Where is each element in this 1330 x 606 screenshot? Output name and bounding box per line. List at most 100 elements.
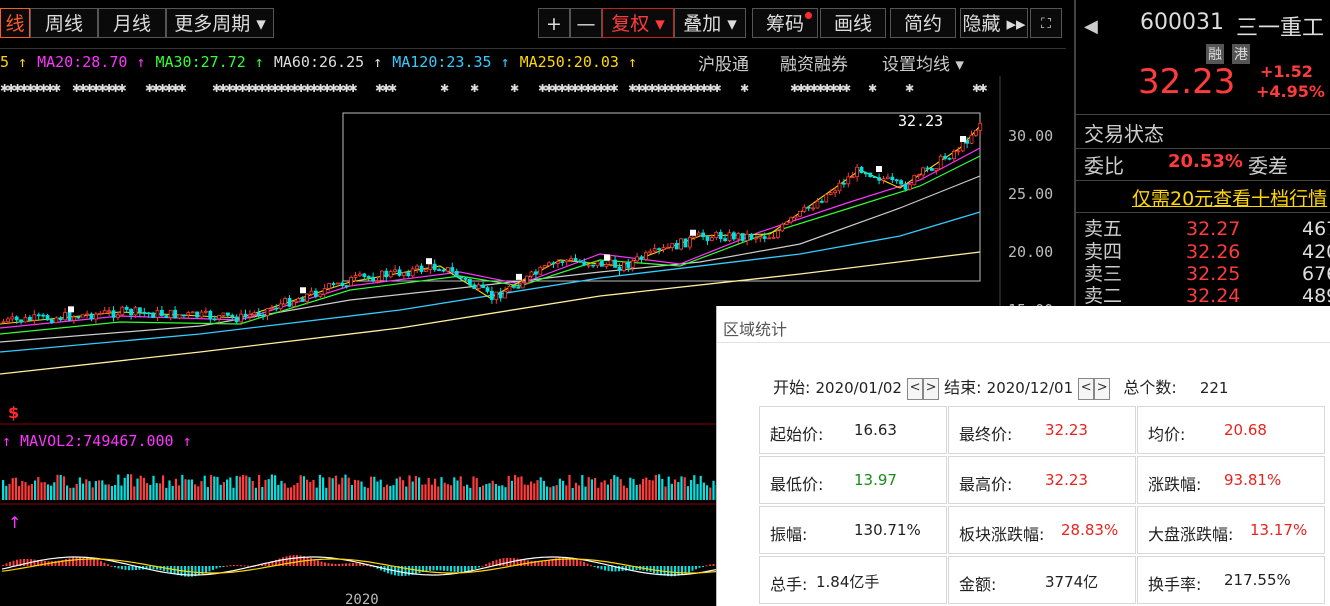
volume-bar [277,484,280,500]
ma120-value: MA120:23.35 ↑ [392,53,510,71]
start-label: 开始: [773,378,811,397]
volume-bar [181,474,184,500]
volume-bar [328,477,331,500]
candle-body [476,284,481,290]
volume-bar [546,486,549,500]
stock-name: 三一重工 [1236,16,1325,41]
ask-volume: 489 [1302,285,1330,307]
count-value: 221 [1199,379,1229,397]
start-prev-button[interactable]: < [907,377,924,400]
candle-body [384,270,389,278]
volume-bar [382,487,385,500]
end-prev-button[interactable]: < [1078,377,1095,400]
volume-bar [376,481,379,500]
macd-bar [285,556,288,566]
candle-body [349,276,354,287]
candle-body [406,272,411,277]
candle-body [908,184,912,190]
volume-bar [629,477,632,500]
candle-body [441,269,446,272]
volume-bar [421,484,424,500]
volume-bar [706,485,709,500]
volume-bar [434,478,437,500]
ask-price: 32.26 [1186,241,1241,263]
tab-month[interactable]: 月线 [98,8,166,38]
tab-week[interactable]: 周线 [30,8,98,38]
candle-body [604,264,609,267]
overlay-dropdown[interactable]: 叠加 ▾ [674,8,746,38]
candle-body [225,312,230,316]
volume-bar [8,483,11,500]
macd-bar [23,558,25,566]
volume-bar [312,479,315,500]
volume-bar [210,475,213,500]
stat-label: 金额: [959,575,997,594]
level10-promo-link[interactable]: 仅需20元查看十档行情 [1132,184,1327,211]
volume-bar [610,479,613,500]
candle-body [120,306,125,316]
volume-bar [318,474,321,500]
volume-bar [491,480,494,500]
region-stats-dialog: 区域统计 开始: 2020/01/02 < > 结束: 2020/12/01 < >… [716,306,1330,606]
macd-bar [222,566,225,567]
more-period-dropdown[interactable]: 更多周期 ▾ [166,8,274,38]
event-star: ✱ [905,82,914,95]
draw-line-button[interactable]: 画线 [820,8,886,38]
ask-label: 卖二 [1084,285,1123,307]
collapse-left-icon[interactable]: ◀ [1084,16,1098,37]
chip-distribution-button[interactable]: 筹码 [752,8,818,38]
start-next-button[interactable]: > [923,377,940,400]
hide-panel-button[interactable]: 隐藏 ▸▸ [960,8,1028,38]
macd-bar [12,560,15,566]
candle-body [771,236,776,239]
candle-body [934,167,939,171]
candle-body [718,231,723,239]
date-range-row: 开始: 2020/01/02 < > 结束: 2020/12/01 < > 总个数:… [773,374,1228,400]
macd-bar [429,566,431,571]
volume-bar [107,484,110,500]
candle-body [116,314,120,318]
macd-bar [691,566,694,571]
margin-trading-link[interactable]: 融资融券 [780,50,848,75]
zoom-in-button[interactable]: + [538,8,570,38]
ask-label: 卖四 [1084,241,1123,263]
macd-bar [457,566,459,573]
volume-bar [296,482,299,500]
volume-bar [427,478,430,500]
macd-bar [439,566,442,571]
macd-bar [453,566,456,572]
candle-body [45,315,50,321]
volume-bar [299,475,302,500]
volume-bar [373,476,376,500]
volume-bar [43,482,46,500]
candle-body [63,312,67,321]
macd-bar [103,562,106,566]
stat-value: 13.97 [854,471,897,489]
macd-bar [506,557,508,566]
adjust-rights-dropdown[interactable]: 复权 ▾ [602,8,674,38]
ma-settings-dropdown[interactable]: 设置均线 ▾ [882,50,964,75]
zoom-out-button[interactable]: — [570,8,602,38]
macd-bar [82,556,85,566]
volume-bar [507,476,510,500]
shanghai-connect-link[interactable]: 沪股通 [698,50,749,75]
macd-bar [289,555,291,566]
ask-price: 32.24 [1186,285,1241,307]
candle-body [868,172,873,177]
candle-body [727,232,732,242]
candle-body [811,207,815,210]
macd-bar [348,563,351,566]
quote-panel: ◀ 600031 三一重工 融 港 32.23 +1.52 +4.95% 交易状… [1074,0,1330,310]
stat-cell: 板块涨跌幅: 28.83% [948,506,1136,554]
fullscreen-icon[interactable]: ⛶ [1030,8,1062,38]
volume-bar [197,486,200,500]
volume-bar [626,487,629,500]
simple-mode-button[interactable]: 简约 [890,8,956,38]
end-next-button[interactable]: > [1094,377,1111,400]
volume-bar [229,477,232,500]
candle-body [221,312,226,316]
tab-day[interactable]: 线 [0,8,30,38]
candle-body [142,311,147,314]
volume-bar [606,484,609,500]
macd-bar [68,558,71,566]
